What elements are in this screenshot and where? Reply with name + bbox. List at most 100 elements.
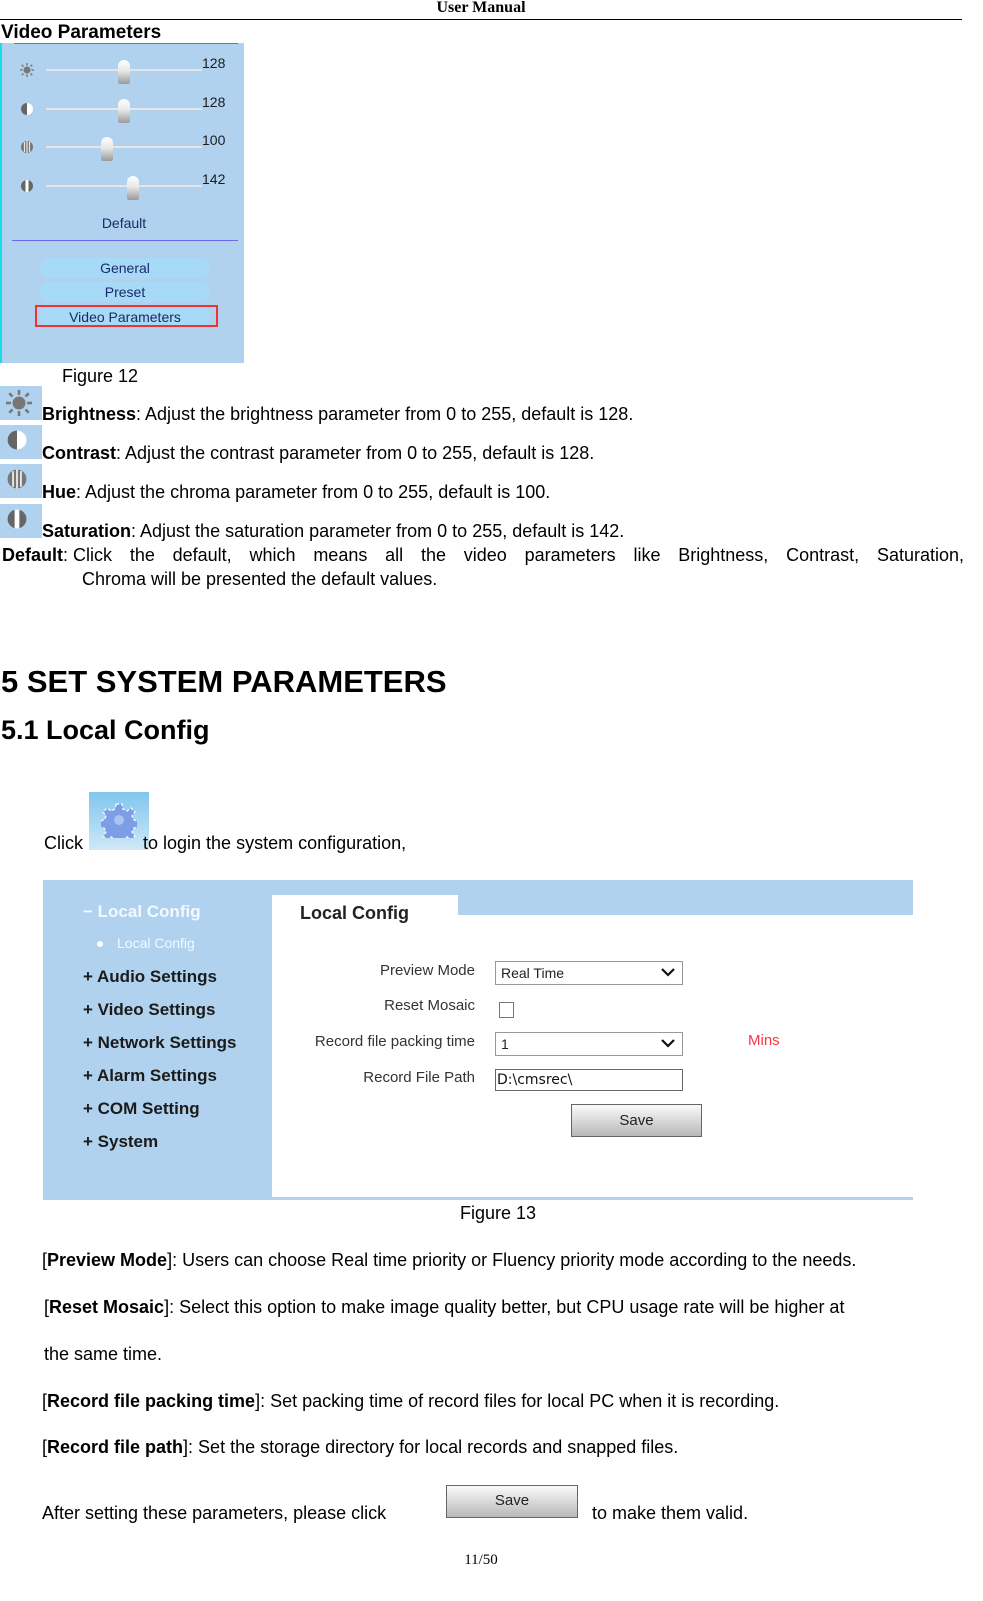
packing-time-unit: Mins: [748, 1032, 780, 1049]
hue-slider-track[interactable]: [46, 146, 202, 148]
click-instruction: Click to login the system configuration,: [44, 832, 406, 854]
preview-mode-value: Real Time: [501, 965, 565, 981]
text: : Adjust the chroma parameter from 0 to …: [76, 482, 551, 502]
tab-label: Local Config: [300, 903, 409, 923]
brightness-icon: [6, 390, 32, 416]
after-setting-text-end: to make them valid.: [592, 1503, 749, 1523]
hue-slider-thumb[interactable]: [100, 137, 113, 161]
word: video: [463, 545, 507, 565]
panel-top-divider: [14, 43, 238, 44]
default-description-line-1: Default: Click the default, which means all th…: [2, 543, 964, 567]
contrast-slider-row: 128: [16, 94, 236, 124]
term: Default: [2, 545, 64, 565]
term: Reset Mosaic: [49, 1297, 165, 1317]
word: the: [420, 545, 446, 565]
document-header-title: User Manual: [436, 0, 526, 16]
figure-12-caption: Figure 12: [62, 366, 139, 386]
contrast-value: 128: [202, 94, 226, 110]
packing-time-label: Record file packing time: [314, 1033, 475, 1050]
contrast-icon-box: [0, 425, 42, 459]
bullet-icon: [97, 941, 103, 948]
save-button[interactable]: Save: [571, 1104, 702, 1137]
page-number: 11/50: [464, 1552, 498, 1568]
term: Brightness: [42, 404, 137, 424]
packing-time-value: 1: [501, 1036, 509, 1052]
packing-time-description: [Record file packing time]: Set packing …: [42, 1391, 780, 1411]
header-rule: [0, 19, 962, 20]
text: : Adjust the saturation parameter from 0…: [131, 521, 625, 541]
word: the: [129, 545, 155, 565]
sidebar-group-alarm-settings[interactable]: + Alarm Settings: [83, 1066, 217, 1086]
word: Contrast,: [786, 545, 860, 565]
file-path-description: [Record file path]: Set the storage dire…: [42, 1437, 679, 1457]
saturation-value: 142: [202, 171, 226, 187]
word: which: [249, 545, 296, 565]
click-text-before: Click: [44, 833, 83, 853]
sidebar-group-com-setting[interactable]: + COM Setting: [83, 1099, 200, 1119]
contrast-icon: [7, 430, 27, 450]
file-path-label: Record File Path: [363, 1069, 475, 1086]
sidebar-item-local-config[interactable]: Local Config: [97, 935, 195, 951]
hue-value: 100: [202, 132, 226, 148]
brightness-icon: [20, 63, 34, 77]
word: default,: [172, 545, 232, 565]
preview-mode-select[interactable]: Real Time: [495, 961, 683, 985]
saturation-slider-row: 142: [16, 171, 236, 201]
config-content-area: [272, 915, 913, 1197]
text: : Adjust the brightness parameter from 0…: [136, 404, 634, 424]
section-heading: 5.1 Local Config: [1, 715, 210, 745]
saturation-slider-track[interactable]: [46, 185, 202, 187]
inline-save-button[interactable]: Save: [446, 1485, 578, 1518]
sidebar-group-system[interactable]: + System: [83, 1132, 158, 1152]
file-path-input[interactable]: D:\cmsrec\: [495, 1069, 683, 1091]
saturation-icon: [7, 509, 27, 529]
figure-13-caption: Figure 13: [460, 1203, 537, 1223]
preset-menu-button[interactable]: Preset: [40, 282, 210, 302]
after-setting-text: After setting these parameters, please c…: [42, 1503, 387, 1523]
contrast-slider-thumb[interactable]: [118, 99, 130, 123]
word: all: [385, 545, 404, 565]
sidebar-group-audio-settings[interactable]: + Audio Settings: [83, 967, 217, 987]
figure-13-local-config-screenshot: − Local Config Local Config + Audio Sett…: [43, 880, 913, 1200]
preview-mode-description: [Preview Mode]: Users can choose Real ti…: [42, 1250, 857, 1270]
sidebar-group-video-settings[interactable]: + Video Settings: [83, 1000, 215, 1020]
term: Contrast: [42, 443, 117, 463]
contrast-icon: [21, 103, 33, 115]
text: ]: Set the storage directory for local r…: [183, 1437, 679, 1457]
brightness-value: 128: [202, 55, 226, 71]
hue-description: Hue: Adjust the chroma parameter from 0 …: [42, 482, 550, 502]
sidebar-item-label: Local Config: [117, 935, 195, 951]
word: Brightness,: [678, 545, 769, 565]
text: ]: Set packing time of record files for …: [255, 1391, 780, 1411]
tab-local-config[interactable]: Local Config: [272, 895, 458, 935]
saturation-icon-box: [0, 504, 42, 538]
brightness-slider-thumb[interactable]: [118, 60, 130, 84]
figure-12-video-parameters-panel: 128 128 100 142 Default General Preset V…: [0, 43, 244, 363]
term: Record file path: [47, 1437, 184, 1457]
general-menu-button[interactable]: General: [40, 258, 210, 278]
reset-mosaic-description-continued: the same time.: [44, 1344, 163, 1364]
saturation-description: Saturation: Adjust the saturation parame…: [42, 521, 624, 541]
hue-icon-box: [0, 464, 42, 498]
text: ]: Select this option to make image qual…: [164, 1297, 845, 1317]
default-description: Default: Click the default, which means all th…: [2, 543, 964, 591]
chapter-heading: 5 SET SYSTEM PARAMETERS: [1, 664, 447, 699]
contrast-description: Contrast: Adjust the contrast parameter …: [42, 443, 594, 463]
brightness-icon-box: [0, 386, 42, 420]
hue-slider-row: 100: [16, 132, 236, 162]
video-parameters-heading: Video Parameters: [1, 22, 162, 43]
saturation-slider-thumb[interactable]: [127, 176, 140, 200]
reset-mosaic-label: Reset Mosaic: [384, 997, 475, 1014]
default-button[interactable]: Default: [2, 215, 246, 231]
term: Hue: [42, 482, 77, 502]
reset-mosaic-checkbox[interactable]: [499, 1002, 514, 1018]
sidebar-group-network-settings[interactable]: + Network Settings: [83, 1033, 237, 1053]
chevron-down-icon: [661, 1039, 675, 1048]
packing-time-select[interactable]: 1: [495, 1032, 683, 1056]
config-sidebar: − Local Config Local Config + Audio Sett…: [43, 880, 271, 1200]
brightness-slider-row: 128: [16, 55, 236, 85]
sidebar-group-local-config[interactable]: − Local Config: [83, 902, 201, 922]
term: Record file packing time: [47, 1391, 256, 1411]
term: Saturation: [42, 521, 132, 541]
default-term: Default: Click: [2, 545, 113, 565]
